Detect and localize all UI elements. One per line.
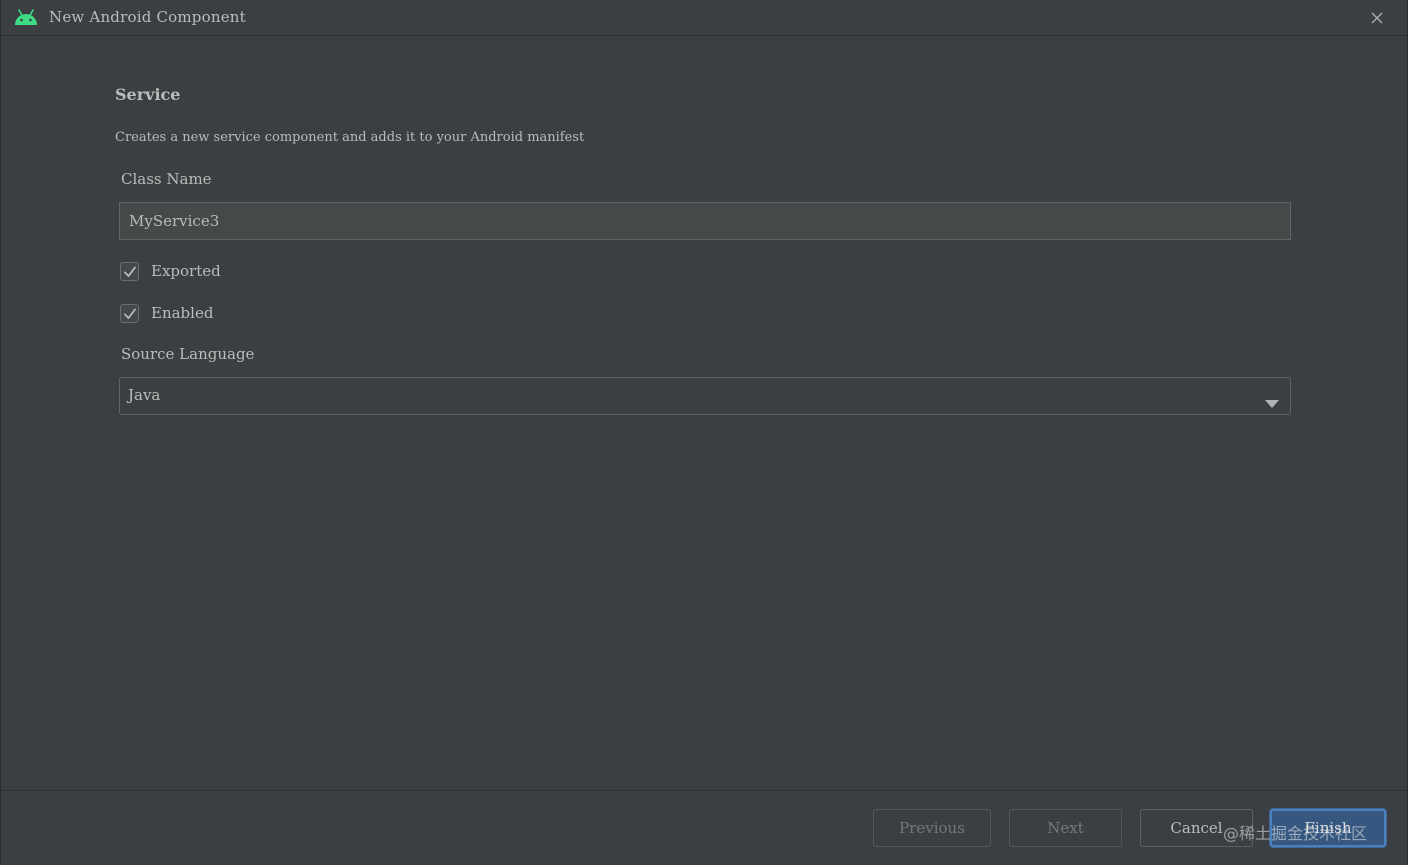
page-description: Creates a new service component and adds… [115,130,585,145]
source-language-value: Java [128,386,161,404]
source-language-select[interactable]: Java [119,377,1291,415]
form-content: Service Creates a new service component … [1,36,1407,790]
next-button[interactable]: Next [1009,809,1122,847]
exported-checkbox-row[interactable]: Exported [120,260,221,282]
class-name-label: Class Name [121,170,212,188]
class-name-input[interactable] [119,202,1291,240]
source-language-label: Source Language [121,345,255,363]
checkmark-icon [124,308,136,319]
close-icon[interactable] [1369,10,1385,26]
enabled-checkbox-row[interactable]: Enabled [120,302,213,324]
exported-checkbox[interactable] [120,261,139,281]
enabled-checkbox[interactable] [120,303,139,323]
checkmark-icon [124,266,136,277]
page-title: Service [115,85,181,104]
enabled-label: Enabled [151,304,214,322]
android-icon [13,8,39,26]
exported-label: Exported [151,262,221,280]
previous-button[interactable]: Previous [873,809,991,847]
button-bar: Previous Next Cancel Finish @稀土掘金技术社区 [1,790,1407,865]
finish-button[interactable]: Finish [1270,809,1386,847]
chevron-down-icon[interactable] [1265,393,1279,412]
title-bar: New Android Component [1,0,1407,36]
cancel-button[interactable]: Cancel [1140,809,1253,847]
window-title: New Android Component [49,8,246,26]
new-android-component-dialog: New Android Component Service Creates a … [0,0,1408,865]
